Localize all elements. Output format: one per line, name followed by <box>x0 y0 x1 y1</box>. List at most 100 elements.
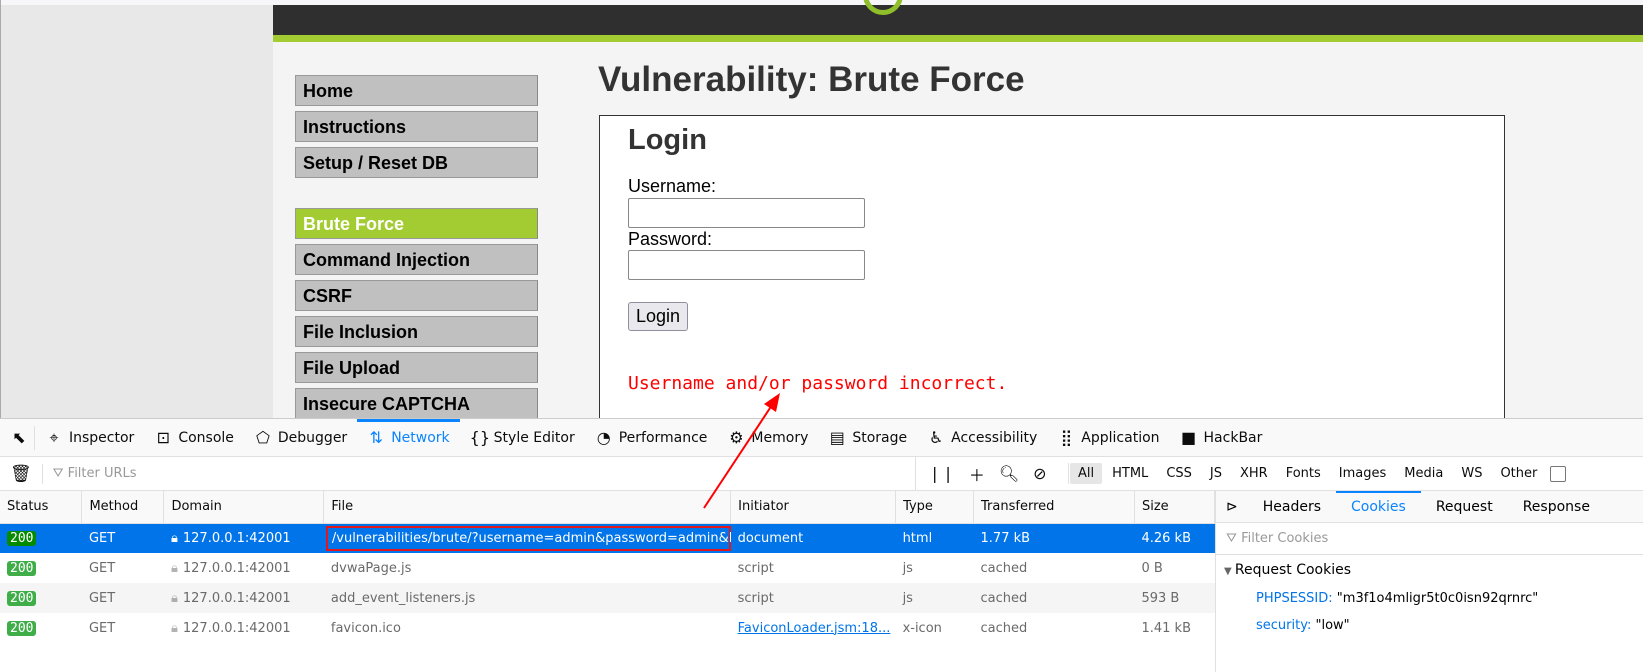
browser-page: Home Instructions Setup / Reset DB Brute Fo… <box>0 0 1643 435</box>
menu-item-brute-force[interactable]: Brute Force <box>295 208 538 239</box>
request-cookies-toggle[interactable]: ▼ Request Cookies <box>1216 555 1643 585</box>
side-tab-request[interactable]: Request <box>1421 491 1508 523</box>
filter-type-css[interactable]: CSS <box>1158 463 1200 484</box>
side-tab-cookies[interactable]: Cookies <box>1336 490 1421 523</box>
menu-item-command-injection[interactable]: Command Injection <box>295 244 538 275</box>
add-icon[interactable]: ＋ <box>969 462 985 486</box>
request-row[interactable]: 200 GET 🔒︎ 127.0.0.1:42001 add_event_listene… <box>0 583 1215 613</box>
column-header-transferred[interactable]: Transferred <box>973 491 1135 524</box>
column-header-domain[interactable]: Domain <box>163 491 325 524</box>
filter-type-other[interactable]: Other <box>1492 463 1545 484</box>
application-icon: ⣿ <box>1060 428 1073 447</box>
column-header-initiator[interactable]: Initiator <box>730 491 897 524</box>
side-tab-response[interactable]: Response <box>1508 491 1605 523</box>
cell-status: 200 <box>0 583 82 613</box>
menu-item-csrf[interactable]: CSRF <box>295 280 538 311</box>
username-input[interactable] <box>628 198 865 228</box>
request-row[interactable]: 200 GET 🔒︎ 127.0.0.1:42001 dvwaPage.js script… <box>0 553 1215 583</box>
cookie-name: PHPSESSID <box>1256 591 1329 606</box>
tab-inspector[interactable]: ⌖ Inspector <box>35 419 144 457</box>
filter-type-ws[interactable]: WS <box>1453 463 1490 484</box>
menu-item-file-upload[interactable]: File Upload <box>295 352 538 383</box>
filter-type-xhr[interactable]: XHR <box>1232 463 1276 484</box>
menu-item-instructions[interactable]: Instructions <box>295 111 538 142</box>
login-button[interactable]: Login <box>628 302 689 331</box>
menu-item-home[interactable]: Home <box>295 75 538 106</box>
performance-icon: ◔ <box>596 428 611 447</box>
tab-memory[interactable]: ⚙ Memory <box>717 419 818 457</box>
tab-label: Storage <box>852 429 908 446</box>
tab-accessibility[interactable]: ♿ Accessibility <box>917 419 1047 457</box>
filter-urls-input[interactable]: ⛛ Filter URLs <box>43 466 137 481</box>
domain-text: 127.0.0.1:42001 <box>182 560 291 576</box>
tab-performance[interactable]: ◔ Performance <box>585 419 718 457</box>
devtools-toolbar: ⬉ ⌖ Inspector ⊡ Console ⬠ Debugger ⇅ Network{} S… <box>0 418 1643 457</box>
cell-type: js <box>895 583 974 613</box>
cookie-row[interactable]: security: "low" <box>1216 612 1643 639</box>
cell-type: js <box>902 560 913 576</box>
cell-size: 1.41 kB <box>1141 620 1191 636</box>
tab-debugger[interactable]: ⬠ Debugger <box>244 419 357 457</box>
tab-style-editor[interactable]: {} Style Editor <box>460 419 585 457</box>
cell-file: dvwaPage.js <box>330 560 412 576</box>
request-row[interactable]: 200 GET 🔒︎ 127.0.0.1:42001 favicon.ico Favico… <box>0 613 1215 643</box>
status-badge: 200 <box>7 560 37 576</box>
cookie-value: "m3f1o4mligr5t0c0isn92qrnrc" <box>1336 591 1539 606</box>
column-header-file[interactable]: File <box>323 491 732 524</box>
menu-item-file-inclusion[interactable]: File Inclusion <box>295 316 538 347</box>
filter-type-html[interactable]: HTML <box>1104 463 1156 484</box>
checkbox[interactable] <box>1550 465 1566 482</box>
tab-label: HackBar <box>1203 429 1263 446</box>
highlighted-file: /vulnerabilities/brute/?username=admin&p… <box>325 525 731 551</box>
menu-item-setup-reset-db[interactable]: Setup / Reset DB <box>295 147 538 178</box>
status-badge: 200 <box>7 530 37 546</box>
filter-type-all[interactable]: All <box>1070 463 1103 484</box>
filter-type-media[interactable]: Media <box>1396 463 1451 484</box>
inspector-icon: ⌖ <box>49 427 59 447</box>
tab-hackbar[interactable]: ■ HackBar <box>1170 419 1273 457</box>
tab-network[interactable]: ⇅ Network <box>357 418 461 457</box>
tab-storage[interactable]: ▤ Storage <box>818 419 917 457</box>
password-input[interactable] <box>628 250 865 280</box>
cell-domain: 🔒︎ 127.0.0.1:42001 <box>164 613 324 643</box>
cell-domain: 🔒︎ 127.0.0.1:42001 <box>163 583 324 613</box>
tab-console[interactable]: ⊡ Console <box>144 419 244 457</box>
lock-icon: 🔒︎ <box>170 620 178 636</box>
filter-type-images[interactable]: Images <box>1331 463 1395 484</box>
column-header-status[interactable]: Status <box>0 491 83 524</box>
domain-text: 127.0.0.1:42001 <box>182 530 291 546</box>
tab-application[interactable]: ⣿ Application <box>1047 419 1169 457</box>
pause-icon[interactable]: ❘❘ <box>928 464 955 483</box>
status-badge: 200 <box>7 590 37 606</box>
initiator-link[interactable]: FaviconLoader.jsm:18... <box>738 621 891 636</box>
accessibility-icon: ♿ <box>928 428 944 447</box>
block-icon[interactable]: ⊘ <box>1033 464 1046 483</box>
lock-icon: 🔒︎ <box>170 530 178 546</box>
cell-method: GET <box>88 620 116 636</box>
element-picker-button[interactable]: ⬉ <box>0 425 35 450</box>
menu-item-insecure-captcha[interactable]: Insecure CAPTCHA <box>295 388 538 419</box>
toggle-sidebar-icon[interactable]: ⊳ <box>1216 499 1248 515</box>
cell-file: favicon.ico <box>330 620 401 636</box>
tab-label: Memory <box>751 429 809 446</box>
login-box: Login Username: Password: Login Username… <box>599 115 1505 435</box>
request-row[interactable]: 200 GET 🔒︎ 127.0.0.1:42001/vulnerabilities/… <box>0 523 1215 553</box>
clear-trash-icon[interactable]: 🗑 <box>0 463 43 484</box>
cell-size: 593 B <box>1134 583 1215 613</box>
filter-type-js[interactable]: JS <box>1202 463 1230 484</box>
column-header-size[interactable]: Size <box>1134 491 1216 524</box>
tab-label: Inspector <box>69 429 135 446</box>
column-header-method[interactable]: Method <box>81 491 165 524</box>
filter-type-fonts[interactable]: Fonts <box>1278 463 1329 484</box>
network-icon: ⇅ <box>369 428 383 447</box>
cookie-row[interactable]: PHPSESSID: "m3f1o4mligr5t0c0isn92qrnrc" <box>1216 585 1643 612</box>
search-icon[interactable]: 🔍︎ <box>999 464 1019 483</box>
filter-cookies-input[interactable]: ⛛ Filter Cookies <box>1216 523 1643 555</box>
column-header-type[interactable]: Type <box>895 491 975 524</box>
cell-initiator: FaviconLoader.jsm:18... <box>731 613 896 643</box>
side-tab-headers[interactable]: Headers <box>1248 491 1336 523</box>
cell-size: 4.26 kB <box>1134 523 1215 553</box>
cell-status: 200 <box>0 553 82 583</box>
cell-file: add_event_listeners.js <box>323 583 731 613</box>
cell-initiator: script <box>737 560 774 576</box>
